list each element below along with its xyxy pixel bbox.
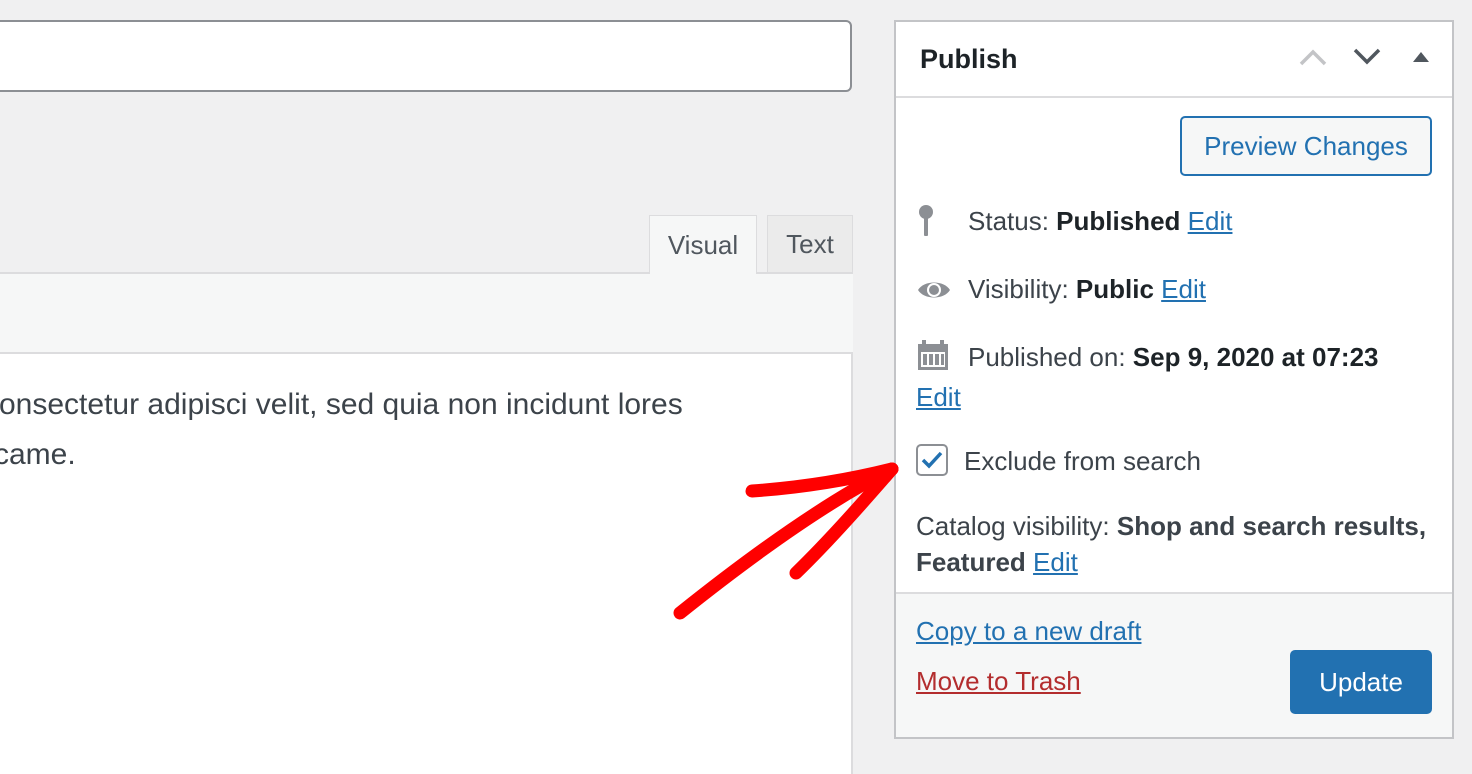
published-on-row: Published on: Sep 9, 2020 at 07:23 bbox=[968, 342, 1379, 373]
move-to-trash-link[interactable]: Move to Trash bbox=[916, 666, 1081, 697]
triangle-up-icon[interactable] bbox=[1406, 42, 1436, 72]
status-row: Status: Published Edit bbox=[968, 206, 1232, 237]
catalog-visibility-edit-link[interactable]: Edit bbox=[1033, 547, 1078, 577]
published-on-label: Published on: bbox=[968, 342, 1126, 372]
update-button[interactable]: Update bbox=[1290, 650, 1432, 714]
visibility-value: Public bbox=[1075, 274, 1154, 304]
publish-header: Publish bbox=[896, 22, 1452, 98]
chevron-up-icon[interactable] bbox=[1298, 42, 1328, 72]
publish-box: Publish Preview Changes Status: Publishe… bbox=[894, 20, 1454, 739]
editor-text-line: consectetur adipisci velit, sed quia non… bbox=[0, 388, 683, 421]
exclude-from-search-label[interactable]: Exclude from search bbox=[964, 446, 1201, 477]
annotation-arrow-icon bbox=[673, 462, 899, 620]
catalog-visibility-row: Catalog visibility: Shop and search resu… bbox=[916, 508, 1436, 580]
published-on-edit-link[interactable]: Edit bbox=[916, 382, 961, 412]
visibility-row: Visibility: Public Edit bbox=[968, 274, 1206, 305]
editor-toolbar bbox=[0, 272, 853, 354]
status-label: Status: bbox=[968, 206, 1049, 236]
published-on-value: Sep 9, 2020 at 07:23 bbox=[1132, 342, 1379, 372]
eye-icon bbox=[918, 282, 950, 298]
status-value: Published bbox=[1056, 206, 1181, 236]
preview-changes-button[interactable]: Preview Changes bbox=[1180, 116, 1432, 176]
chevron-down-icon[interactable] bbox=[1352, 42, 1382, 72]
exclude-from-search-checkbox[interactable] bbox=[916, 444, 948, 476]
published-on-edit-row: Edit bbox=[916, 382, 961, 413]
visibility-edit-link[interactable]: Edit bbox=[1161, 274, 1206, 304]
tab-visual[interactable]: Visual bbox=[649, 215, 757, 274]
tab-text[interactable]: Text bbox=[767, 215, 853, 273]
pin-icon bbox=[919, 205, 933, 236]
checkmark-icon bbox=[921, 451, 943, 469]
editor-text[interactable]: consectetur adipisci velit, sed quia non… bbox=[0, 380, 683, 480]
catalog-visibility-label: Catalog visibility: bbox=[916, 511, 1110, 541]
publish-actions: Copy to a new draft Move to Trash Update bbox=[896, 592, 1452, 737]
editor-text-line: rcame. bbox=[0, 438, 76, 471]
status-edit-link[interactable]: Edit bbox=[1188, 206, 1233, 236]
publish-title: Publish bbox=[920, 44, 1018, 74]
post-title-input[interactable] bbox=[0, 20, 852, 92]
calendar-icon bbox=[918, 340, 948, 370]
publish-header-controls bbox=[1298, 42, 1436, 72]
copy-to-draft-link[interactable]: Copy to a new draft bbox=[916, 616, 1141, 647]
visibility-label: Visibility: bbox=[968, 274, 1069, 304]
